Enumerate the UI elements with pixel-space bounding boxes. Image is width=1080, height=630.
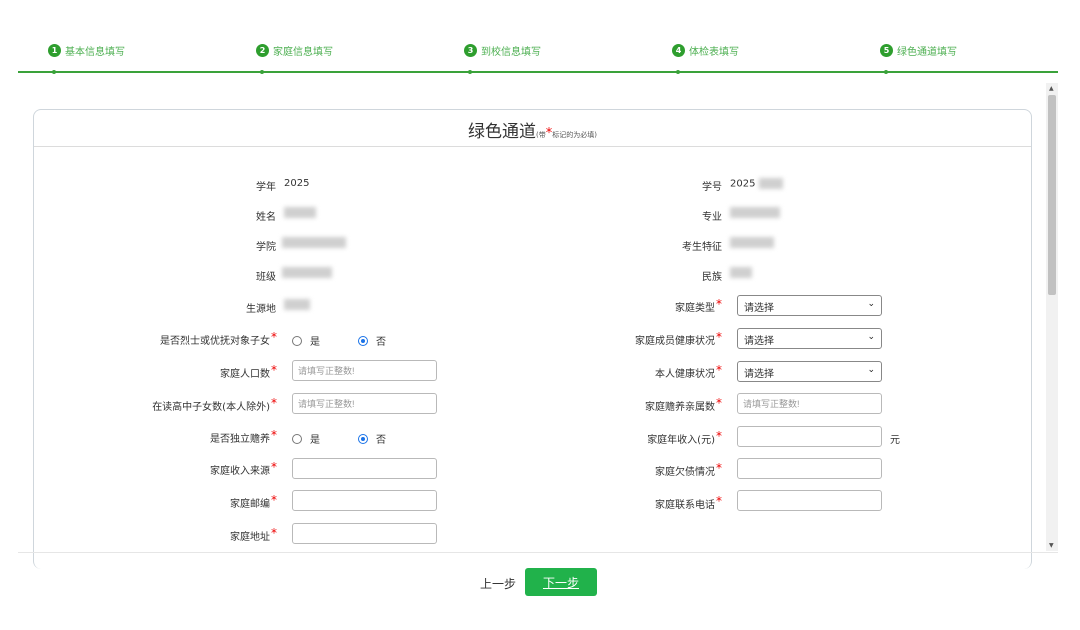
scroll-area-bottom-edge (18, 552, 1058, 553)
step-progress: 1 基本信息填写 2 家庭信息填写 3 到校信息填写 4 体检表填写 5 绿色通… (18, 38, 1058, 74)
step-label: 基本信息填写 (65, 47, 125, 58)
step-label: 绿色通道填写 (897, 47, 957, 58)
previous-step-button[interactable]: 上一步 (480, 575, 516, 592)
chevron-down-icon: ⌄ (867, 299, 875, 309)
family-health-select[interactable]: 请选择 ⌄ (737, 328, 882, 349)
feature-label: 考生特征 (682, 242, 722, 253)
panel-header: 绿色通道(带*标记的为必填) (34, 110, 1031, 147)
ethnic-label: 民族 (702, 272, 722, 283)
feature-value-redacted (730, 237, 774, 249)
class-value-redacted (282, 267, 332, 279)
step-label: 体检表填写 (689, 47, 739, 58)
major-label: 专业 (702, 212, 722, 223)
college-label: 学院 (256, 242, 276, 253)
step-1[interactable]: 1 基本信息填写 (48, 43, 125, 74)
vertical-scrollbar[interactable]: ▲ ▼ (1046, 83, 1058, 551)
support-count-input[interactable]: 请填写正整数! (737, 393, 882, 414)
origin-label: 生源地 (246, 304, 276, 315)
step-2[interactable]: 2 家庭信息填写 (256, 43, 333, 74)
population-label: 家庭人口数* (220, 363, 277, 380)
step-label: 家庭信息填写 (273, 47, 333, 58)
phone-input[interactable] (737, 490, 882, 511)
annual-income-label: 家庭年收入(元)* (647, 429, 722, 446)
step-marker (676, 70, 680, 74)
income-unit: 元 (890, 435, 900, 446)
step-marker (884, 70, 888, 74)
no-label: 否 (376, 435, 386, 446)
population-input[interactable]: 请填写正整数! (292, 360, 437, 381)
family-type-label: 家庭类型* (675, 297, 722, 314)
origin-value-redacted (284, 299, 310, 311)
debt-input[interactable] (737, 458, 882, 479)
alone-support-radio-group: 是 否 (292, 431, 386, 446)
self-health-select[interactable]: 请选择 ⌄ (737, 361, 882, 382)
alone-no-radio[interactable] (358, 433, 368, 444)
panel-title: 绿色通道 (468, 122, 537, 142)
debt-label: 家庭欠债情况* (655, 461, 722, 478)
step-4[interactable]: 4 体检表填写 (672, 43, 739, 74)
martyr-radio-group: 是 否 (292, 333, 386, 348)
student-id-label: 学号 (702, 182, 722, 193)
step-number: 1 (48, 44, 61, 57)
support-count-label: 家庭赡养亲属数* (645, 396, 722, 413)
step-number: 3 (464, 44, 477, 57)
annual-income-input[interactable] (737, 426, 882, 447)
step-number: 4 (672, 44, 685, 57)
chevron-down-icon: ⌄ (867, 365, 875, 375)
student-id-value: 2025 (730, 178, 783, 190)
major-value-redacted (730, 207, 780, 219)
name-value-redacted (284, 207, 316, 219)
step-progress-line (18, 71, 1058, 73)
step-marker (468, 70, 472, 74)
step-number: 5 (880, 44, 893, 57)
step-marker (52, 70, 56, 74)
address-label: 家庭地址* (230, 526, 277, 543)
zip-input[interactable] (292, 490, 437, 511)
martyr-no-radio[interactable] (358, 335, 368, 346)
scroll-up-icon[interactable]: ▲ (1049, 85, 1054, 92)
required-note-prefix: (带 (536, 131, 546, 139)
scrollbar-thumb[interactable] (1048, 95, 1056, 295)
step-marker (260, 70, 264, 74)
zip-label: 家庭邮编* (230, 493, 277, 510)
address-input[interactable] (292, 523, 437, 544)
family-health-label: 家庭成员健康状况* (635, 330, 722, 347)
alone-support-label: 是否独立赡养* (210, 428, 277, 445)
martyr-label: 是否烈士或优抚对象子女* (160, 330, 277, 347)
required-note-suffix: 标记的为必填) (552, 131, 597, 139)
ethnic-value-redacted (730, 267, 752, 279)
children-input[interactable]: 请填写正整数! (292, 393, 437, 414)
family-type-select[interactable]: 请选择 ⌄ (737, 295, 882, 316)
step-label: 到校信息填写 (481, 47, 541, 58)
family-health-selected: 请选择 (744, 336, 774, 347)
year-value: 2025 (284, 178, 310, 189)
college-value-redacted (282, 237, 346, 249)
self-health-selected: 请选择 (744, 369, 774, 380)
family-type-selected: 请选择 (744, 303, 774, 314)
class-label: 班级 (256, 272, 276, 283)
name-label: 姓名 (256, 212, 276, 223)
income-source-input[interactable] (292, 458, 437, 479)
income-source-label: 家庭收入来源* (210, 460, 277, 477)
scroll-down-icon[interactable]: ▼ (1049, 542, 1054, 549)
yes-label: 是 (310, 337, 320, 348)
yes-label: 是 (310, 435, 320, 446)
step-5[interactable]: 5 绿色通道填写 (880, 43, 957, 74)
year-label: 学年 (256, 182, 276, 193)
chevron-down-icon: ⌄ (867, 332, 875, 342)
martyr-yes-radio[interactable] (292, 335, 302, 346)
phone-label: 家庭联系电话* (655, 494, 722, 511)
next-step-button[interactable]: 下一步 (525, 568, 597, 596)
no-label: 否 (376, 337, 386, 348)
step-3[interactable]: 3 到校信息填写 (464, 43, 541, 74)
self-health-label: 本人健康状况* (655, 363, 722, 380)
step-number: 2 (256, 44, 269, 57)
alone-yes-radio[interactable] (292, 433, 302, 444)
children-label: 在读高中子女数(本人除外)* (152, 396, 277, 413)
